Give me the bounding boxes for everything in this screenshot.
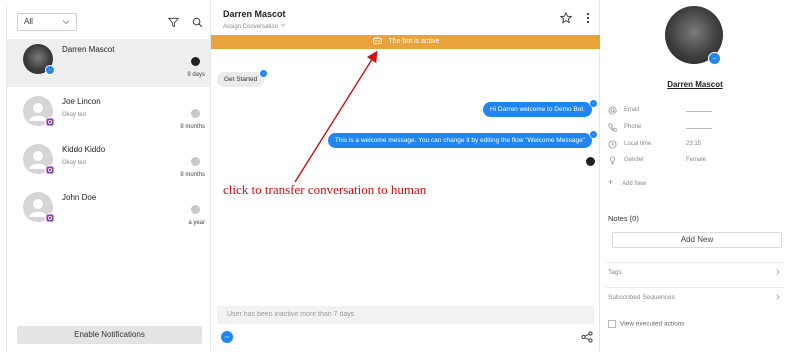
conversation-time: 8 months: [180, 172, 205, 178]
tags-section[interactable]: Tags: [606, 262, 784, 282]
conversation-time: 8 months: [180, 124, 205, 130]
chevron-down-icon: [62, 20, 70, 25]
read-status-icon: [191, 109, 200, 118]
plus-icon: +: [608, 177, 614, 187]
read-status-icon: [191, 157, 200, 166]
view-executed-actions-label: View executed actions: [620, 320, 685, 328]
profile-panel: Darren Mascot Email Phone Local time 23:…: [600, 0, 790, 352]
phone-icon: [608, 123, 617, 132]
bot-status-icon: [191, 57, 200, 66]
add-note-button[interactable]: Add New: [612, 232, 782, 248]
profile-name-link[interactable]: Darren Mascot: [600, 80, 790, 89]
subscribed-sequences-section[interactable]: Subscribed Sequences: [606, 287, 784, 307]
conversation-preview: Okay ted: [62, 112, 87, 118]
field-value: Female: [686, 157, 707, 163]
conversation-time: a year: [188, 220, 205, 226]
empty-value-line: [686, 111, 712, 112]
conversation-name: Joe Lincon: [62, 97, 101, 106]
instagram-icon: [45, 165, 55, 175]
chevron-right-icon: [776, 294, 780, 300]
share-flow-icon[interactable]: [581, 331, 593, 343]
instagram-icon: [45, 117, 55, 127]
composer-toolbar: [217, 324, 595, 350]
field-label: Local time: [624, 141, 652, 147]
conversation-sidebar: All Darren Mascot 9 days Joe Lincon Okay…: [6, 6, 211, 352]
add-new-field-label: Add New: [622, 181, 647, 187]
conversation-item[interactable]: Darren Mascot 9 days: [7, 39, 211, 87]
chat-panel: Darren Mascot Assign Conversation The bo…: [210, 0, 600, 352]
conversation-item[interactable]: John Doe a year: [7, 187, 211, 235]
conversation-filter-select[interactable]: All: [17, 13, 77, 31]
read-status-icon: [191, 205, 200, 214]
checkbox[interactable]: [608, 320, 616, 328]
conversation-name: Darren Mascot: [62, 45, 115, 54]
conversation-item[interactable]: Joe Lincon Okay ted 8 months: [7, 91, 211, 139]
messenger-icon: [45, 65, 55, 75]
chevron-right-icon: [776, 269, 780, 275]
empty-value-line: [686, 128, 712, 129]
profile-field-local-time: Local time 23:15: [608, 138, 783, 152]
conversation-item[interactable]: Kiddo Kiddo Okay ted 8 months: [7, 139, 211, 187]
field-value: 23:15: [686, 141, 702, 147]
clock-icon: [608, 140, 617, 149]
message-composer: [217, 303, 595, 347]
instagram-icon: [45, 213, 55, 223]
search-icon[interactable]: [190, 15, 204, 29]
conversation-name: John Doe: [62, 193, 97, 202]
conversation-name: Kiddo Kiddo: [62, 145, 106, 154]
gender-icon: [609, 156, 616, 165]
sidebar-toolbar: All: [7, 6, 210, 38]
at-icon: [608, 106, 617, 115]
notes-title: Notes (0): [608, 214, 639, 223]
profile-field-email[interactable]: Email: [608, 104, 783, 118]
filter-icon[interactable]: [166, 15, 180, 29]
messenger-icon[interactable]: [221, 331, 233, 343]
messenger-icon: [708, 52, 721, 65]
enable-notifications-button[interactable]: Enable Notifications: [17, 326, 202, 344]
conversation-time: 9 days: [187, 72, 205, 78]
add-new-field-button[interactable]: + Add New: [608, 177, 646, 187]
field-label: Phone: [624, 124, 642, 130]
subscribed-sequences-label: Subscribed Sequences: [608, 294, 675, 301]
annotation-arrow: [294, 50, 378, 183]
tags-label: Tags: [608, 269, 622, 276]
field-label: Gender: [624, 157, 645, 163]
filter-select-value: All: [24, 17, 33, 26]
app-window: All Darren Mascot 9 days Joe Lincon Okay…: [0, 0, 796, 361]
field-label: Email: [624, 107, 640, 113]
profile-field-gender: Gender Female: [608, 154, 783, 168]
profile-field-phone[interactable]: Phone: [608, 121, 783, 135]
annotation-text: click to transfer conversation to human: [223, 182, 427, 197]
conversation-preview: Okay ted: [62, 160, 87, 166]
message-input[interactable]: [217, 306, 595, 324]
view-executed-actions-toggle[interactable]: View executed actions: [608, 320, 685, 328]
